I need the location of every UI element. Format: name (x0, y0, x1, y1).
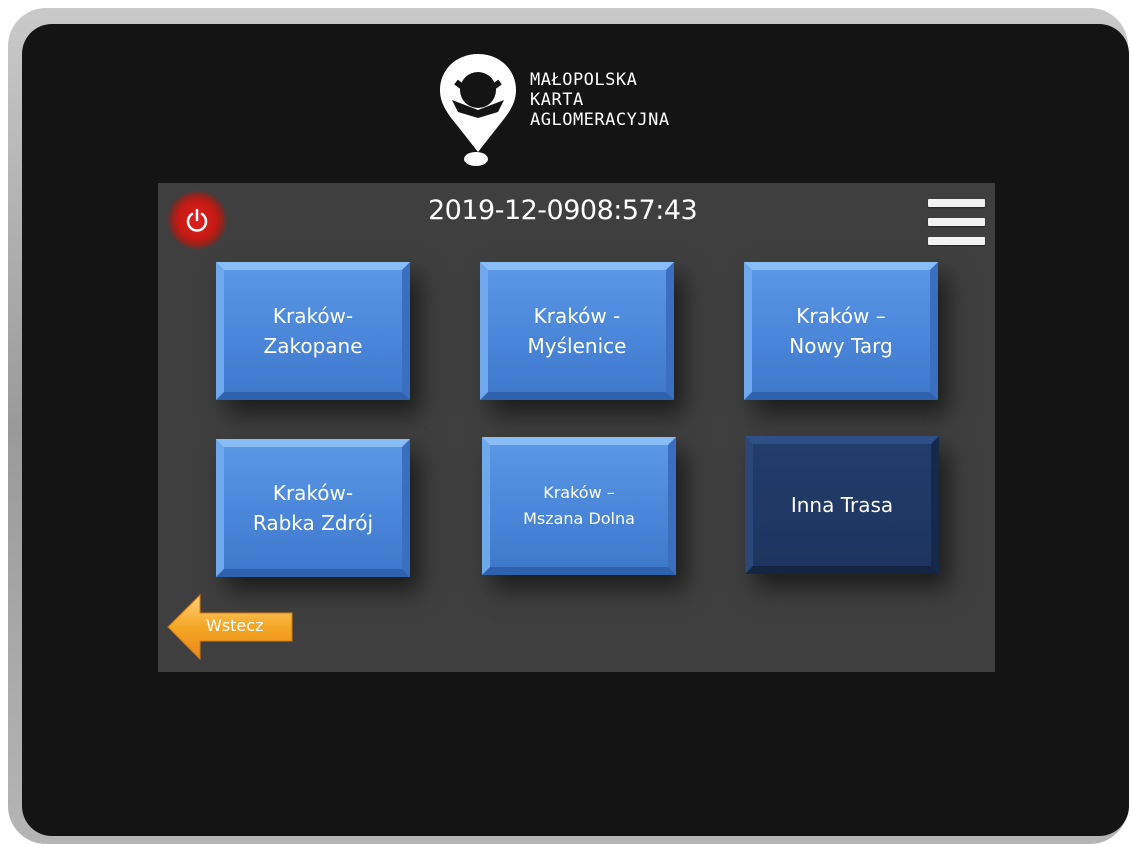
hamburger-menu-button[interactable] (928, 199, 985, 249)
power-button[interactable] (166, 191, 228, 249)
hamburger-menu-icon (928, 237, 985, 245)
route-button-inna-trasa[interactable]: Inna Trasa (745, 436, 939, 574)
route-button-krakow-mszana-dolna[interactable]: Kraków – Mszana Dolna (482, 437, 676, 575)
back-button[interactable]: Wstecz (166, 591, 294, 663)
route-label: Kraków – Mszana Dolna (523, 483, 635, 528)
route-label: Kraków- Rabka Zdrój (252, 481, 374, 535)
route-label: Kraków – Nowy Targ (789, 304, 893, 358)
time-text: 08:57:43 (579, 195, 698, 226)
brand-logo: MAŁOPOLSKA KARTA AGLOMERACYJNA (438, 52, 738, 167)
hamburger-menu-icon (928, 218, 985, 226)
hamburger-menu-icon (928, 199, 985, 207)
brand-line: KARTA (530, 90, 584, 110)
map-pin-logo-icon (440, 54, 516, 166)
brand-name: MAŁOPOLSKA KARTA AGLOMERACYJNA (530, 70, 670, 130)
brand-line: MAŁOPOLSKA (530, 70, 638, 90)
route-label: Kraków- Zakopane (263, 304, 363, 358)
route-selection-panel: 2019-12-0908:57:43 Kraków- Zakopane Krak… (158, 183, 995, 672)
route-button-krakow-zakopane[interactable]: Kraków- Zakopane (216, 262, 410, 400)
route-button-krakow-myslenice[interactable]: Kraków - Myślenice (480, 262, 674, 400)
route-label: Kraków - Myślenice (527, 304, 627, 358)
route-button-krakow-rabka-zdroj[interactable]: Kraków- Rabka Zdrój (216, 439, 410, 577)
route-label: Inna Trasa (790, 493, 894, 517)
date-text: 2019-12-09 (428, 195, 580, 226)
datetime-display: 2019-12-0908:57:43 (428, 195, 698, 226)
route-button-krakow-nowy-targ[interactable]: Kraków – Nowy Targ (744, 262, 938, 400)
back-label: Wstecz (206, 616, 264, 635)
power-icon (186, 208, 208, 232)
brand-line: AGLOMERACYJNA (530, 110, 670, 130)
